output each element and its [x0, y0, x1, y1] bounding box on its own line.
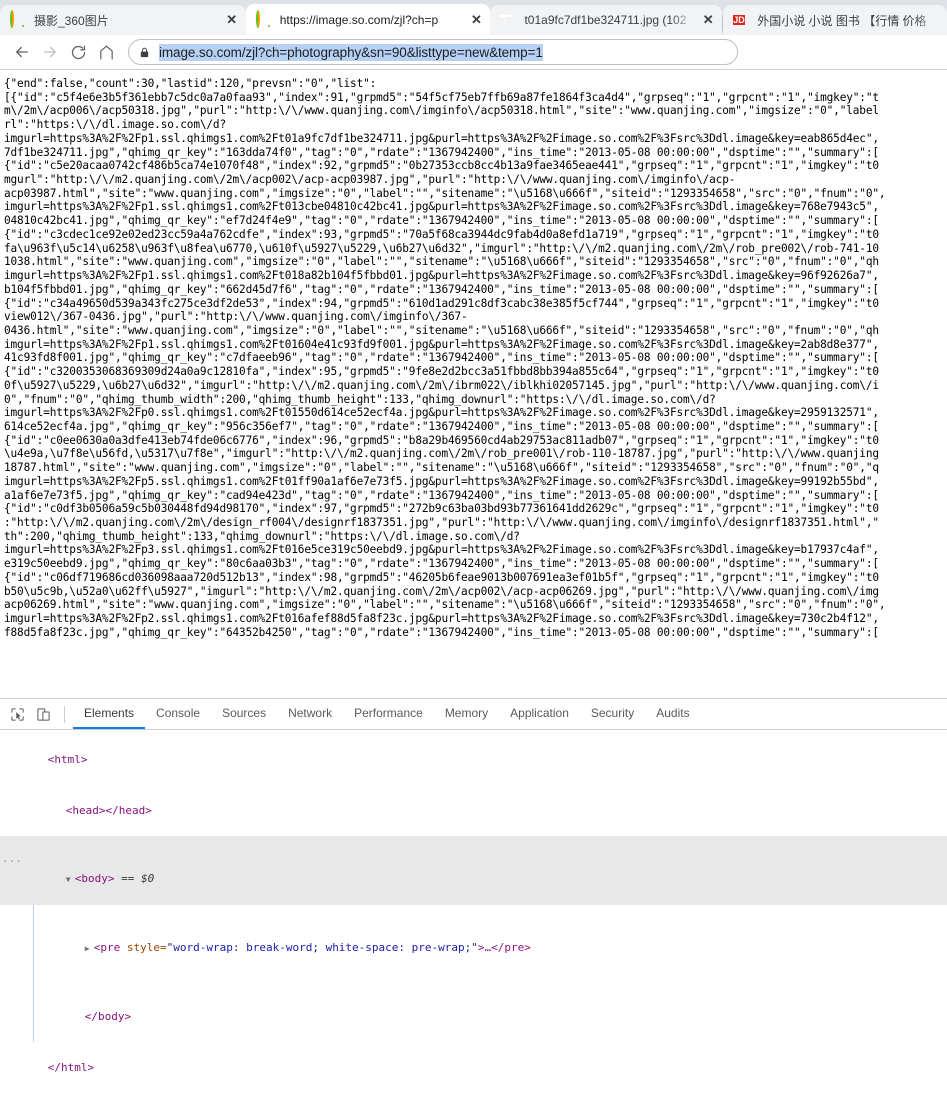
- address-bar[interactable]: image.so.com/zjl?ch=photography&sn=90&li…: [128, 39, 738, 65]
- devtools-panel: Elements Console Sources Network Perform…: [0, 698, 947, 1074]
- dom-tree: <html> <head></head> ··· ▼ <body> == $0 ▶…: [0, 730, 947, 1093]
- back-button[interactable]: [8, 38, 36, 66]
- dom-node-label: <body>: [74, 872, 115, 885]
- tab-console[interactable]: Console: [145, 699, 211, 729]
- tab-title: t01a9fc7df1be324711.jpg (102: [524, 13, 687, 27]
- tab-performance[interactable]: Performance: [343, 699, 434, 729]
- toolbar-divider: [64, 705, 65, 723]
- tab-close-button[interactable]: ✕: [224, 12, 240, 28]
- chevron-right-icon[interactable]: ▶: [85, 940, 94, 957]
- tab-strip: 摄影_360图片 ✕ https://image.so.com/zjl?ch=p…: [0, 0, 947, 35]
- device-toolbar-icon[interactable]: [30, 701, 56, 727]
- browser-tab-1[interactable]: 摄影_360图片 ✕: [0, 5, 246, 35]
- dom-node-body-close[interactable]: </body>: [0, 974, 947, 1042]
- arrow-left-icon: [16, 46, 28, 58]
- devtools-toolbar: Elements Console Sources Network Perform…: [0, 699, 947, 730]
- so-360-icon: [255, 9, 272, 28]
- browser-toolbar: image.so.com/zjl?ch=photography&sn=90&li…: [0, 35, 947, 70]
- tab-close-button[interactable]: ✕: [700, 12, 716, 28]
- reload-icon: [71, 45, 85, 59]
- dom-node-tag: <pre: [93, 941, 121, 954]
- so-360-icon: [10, 10, 26, 28]
- tab-application[interactable]: Application: [499, 699, 580, 729]
- browser-tab-3[interactable]: t01a9fc7df1be324711.jpg (102 ✕: [490, 5, 723, 35]
- tab-title: 摄影_360图片: [34, 13, 109, 28]
- devtools-tabs: Elements Console Sources Network Perform…: [73, 699, 701, 729]
- chevron-down-icon[interactable]: ▼: [66, 871, 75, 888]
- lock-icon: [139, 46, 151, 59]
- jd-icon: JD: [733, 12, 749, 28]
- dom-attr-value: "word-wrap: break-word; white-space: pre…: [166, 941, 478, 954]
- tab-memory[interactable]: Memory: [434, 699, 499, 729]
- browser-chrome: 摄影_360图片 ✕ https://image.so.com/zjl?ch=p…: [0, 0, 947, 70]
- dom-selected-ref: == $0: [121, 872, 155, 885]
- inspect-element-icon[interactable]: [4, 701, 30, 727]
- tab-network[interactable]: Network: [277, 699, 343, 729]
- dom-node-tag-close: >…</pre>: [477, 941, 531, 954]
- home-button[interactable]: [92, 38, 120, 66]
- globe-icon: [500, 12, 516, 28]
- tab-audits[interactable]: Audits: [645, 699, 700, 729]
- dom-node-body[interactable]: ··· ▼ <body> == $0: [0, 836, 947, 905]
- tab-security[interactable]: Security: [580, 699, 645, 729]
- dom-attr-name: style=: [126, 941, 167, 954]
- tab-close-button[interactable]: ✕: [468, 12, 484, 28]
- dom-node-label: <html>: [47, 753, 88, 766]
- jd-icon-label: JD: [733, 15, 745, 25]
- dom-more-icon[interactable]: ···: [2, 853, 22, 870]
- browser-tab-2[interactable]: https://image.so.com/zjl?ch=p ✕: [245, 4, 491, 35]
- tab-title: 外国小说 小说 图书 【行情 价格: [757, 13, 927, 28]
- dom-indent-guide: [33, 974, 34, 1042]
- dom-node-html-close[interactable]: </html>: [0, 1042, 947, 1093]
- page-viewport: {"end":false,"count":30,"lastid":120,"pr…: [0, 71, 947, 698]
- dom-node-label: </body>: [84, 1010, 132, 1023]
- reload-button[interactable]: [64, 38, 92, 66]
- arrow-right-icon: [44, 46, 56, 58]
- tab-title: https://image.so.com/zjl?ch=p: [279, 12, 439, 27]
- dom-node-label: <head></head>: [65, 804, 152, 817]
- dom-node-label: </html>: [47, 1061, 95, 1074]
- url-text[interactable]: image.so.com/zjl?ch=photography&sn=90&li…: [159, 43, 543, 61]
- browser-tab-4[interactable]: JD 外国小说 小说 图书 【行情 价格: [723, 5, 947, 35]
- json-response-body: {"end":false,"count":30,"lastid":120,"pr…: [4, 77, 886, 639]
- dom-node-html-open[interactable]: <html>: [0, 734, 947, 785]
- home-icon: [99, 45, 113, 59]
- forward-button[interactable]: [36, 38, 64, 66]
- tab-elements[interactable]: Elements: [73, 699, 146, 729]
- dom-node-head[interactable]: <head></head>: [0, 785, 947, 836]
- tab-sources[interactable]: Sources: [211, 699, 277, 729]
